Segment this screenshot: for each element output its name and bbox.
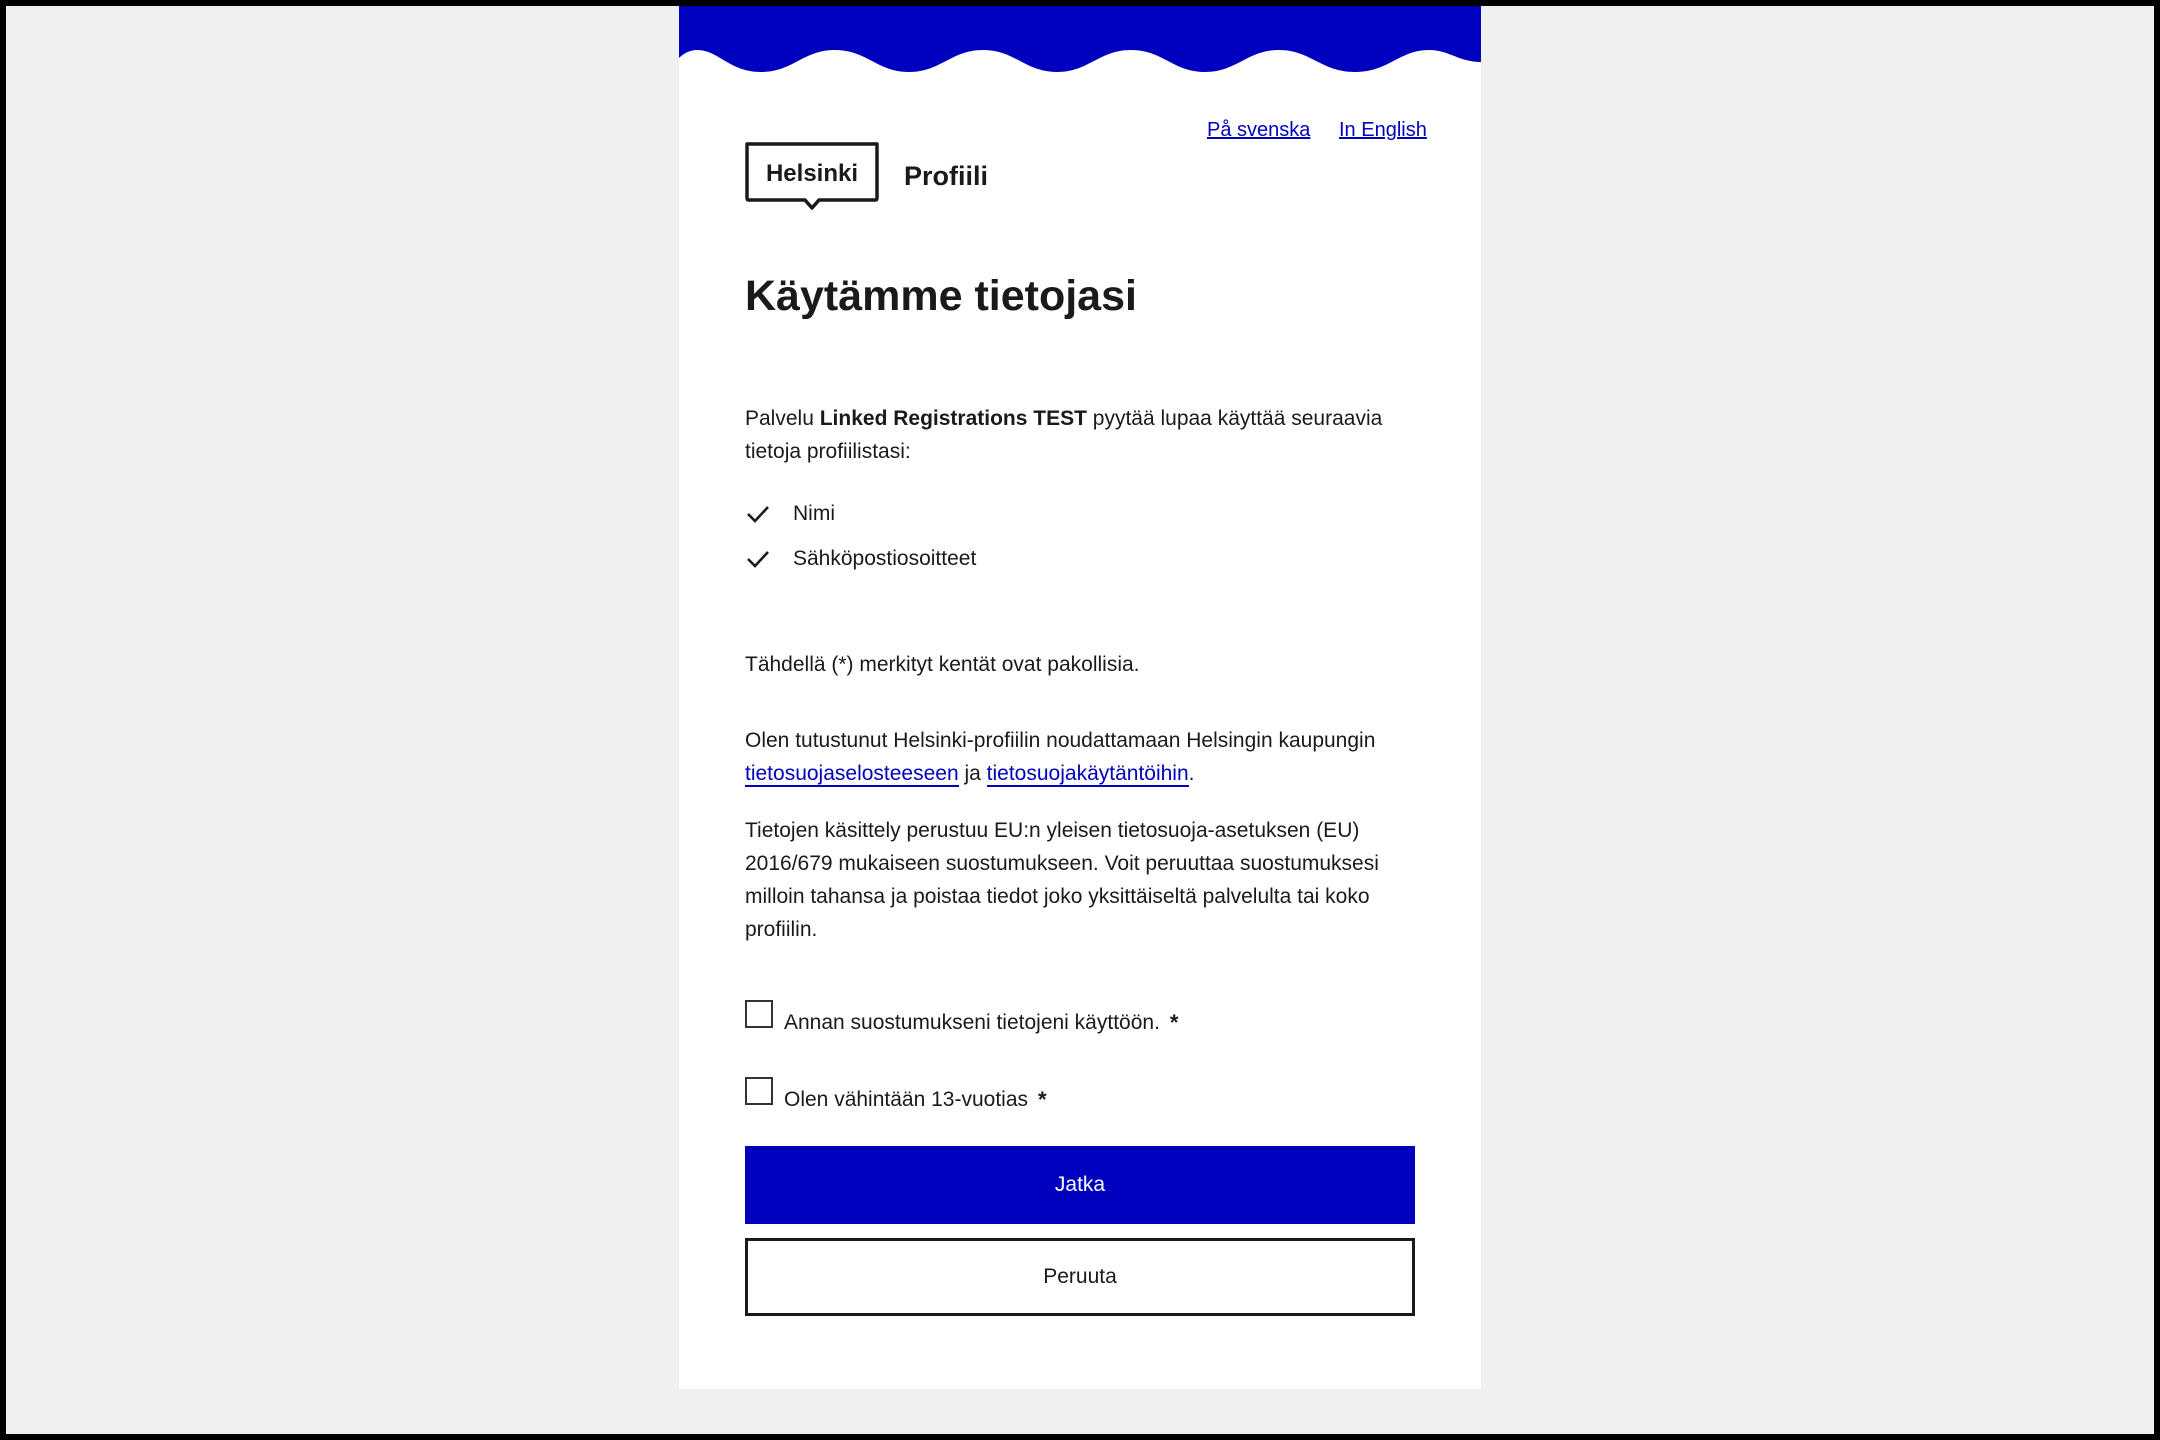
age-checkbox[interactable] [745,1077,773,1105]
check-icon [747,551,769,568]
permission-label: Nimi [793,502,835,525]
required-note: Tähdellä (*) merkityt kentät ovat pakoll… [745,653,1140,676]
consent-checkbox[interactable] [745,1000,773,1028]
page-title: Käytämme tietojasi [745,272,1137,320]
consent-card: På svenska In English Helsinki Profiili … [679,6,1481,1389]
service-name: Linked Registrations TEST [819,407,1087,430]
wave-header [679,6,1481,72]
permission-label: Sähköpostiosoitteet [793,547,977,570]
age-checkbox-label: Olen vähintään 13-vuotias [784,1088,1028,1111]
consent-text: Olen tutustunut Helsinki-profiilin nouda… [745,724,1425,790]
permission-item: Sähköpostiosoitteet [745,544,976,574]
consent-suffix: . [1188,762,1195,785]
permission-item: Nimi [745,499,835,529]
logo-text: Helsinki [765,160,859,187]
english-language-link[interactable]: In English [1339,119,1427,142]
consent-checkbox-row[interactable]: Annan suostumukseni tietojeni käyttöön. … [745,992,1178,1036]
legal-text: Tietojen käsittely perustuu EU:n yleisen… [745,819,1379,941]
consent-prefix: Olen tutustunut Helsinki-profiilin nouda… [745,729,1376,752]
consent-middle: ja [958,762,987,785]
intro-text: Palvelu Linked Registrations TEST pyytää… [745,402,1425,468]
age-checkbox-row[interactable]: Olen vähintään 13-vuotias * [745,1069,1047,1113]
consent-checkbox-label: Annan suostumukseni tietojeni käyttöön. [784,1011,1160,1034]
app-name: Profiili [904,161,989,191]
required-asterisk: * [1169,1010,1179,1035]
intro-prefix: Palvelu [745,407,820,430]
required-asterisk: * [1038,1087,1047,1112]
check-icon [747,506,769,523]
privacy-statement-link[interactable]: tietosuojaselosteeseen [745,762,959,787]
screen-background: På svenska In English Helsinki Profiili … [6,6,2154,1434]
cancel-button[interactable]: Peruuta [745,1238,1415,1316]
continue-button[interactable]: Jatka [745,1146,1415,1224]
swedish-language-link[interactable]: På svenska [1207,119,1310,142]
privacy-policy-link[interactable]: tietosuojakäytäntöihin [986,762,1189,787]
